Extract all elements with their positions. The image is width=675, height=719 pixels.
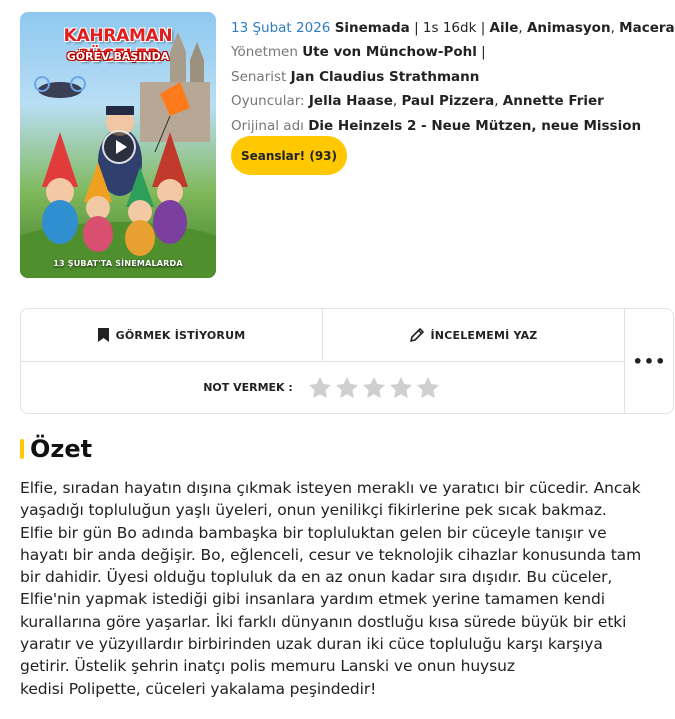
review-label: İNCELEMEMİ YAZ <box>430 328 538 342</box>
summary-line: kurallarına göre yaşarlar. İki farklı dü… <box>20 612 627 631</box>
genre-link[interactable]: Animasyon <box>527 20 611 36</box>
summary-heading: Özet <box>20 434 92 464</box>
director-link[interactable]: Ute von Münchow-Pohl <box>302 44 477 60</box>
summary-line: Elfie'nin yapmak istediği gibi insanlara… <box>20 590 605 609</box>
user-actions-panel: GÖRMEK İSTİYORUM İNCELEMEMİ YAZ ••• NOT … <box>20 308 674 414</box>
summary-line: kedisi Polipette, cüceleri yakalama peşi… <box>20 679 377 698</box>
release-date[interactable]: 13 Şubat 2026 <box>231 20 330 36</box>
watchlist-label: GÖRMEK İSTİYORUM <box>115 328 246 342</box>
writer-line: Senarist Jan Claudius Strathmann <box>231 65 661 89</box>
writer-label: Senarist <box>231 68 287 85</box>
rating-star-icon[interactable] <box>334 375 360 401</box>
watchlist-button[interactable]: GÖRMEK İSTİYORUM <box>21 309 322 361</box>
cast-link[interactable]: Annette Frier <box>503 93 604 109</box>
summary-line: hayatı bir anda değişir. Bo, eğlenceli, … <box>20 545 642 564</box>
cast-link[interactable]: Paul Pizzera <box>401 93 494 109</box>
more-options-button[interactable]: ••• <box>625 309 674 413</box>
rating-star-icon[interactable] <box>388 375 414 401</box>
original-title: Die Heinzels 2 - Neue Mützen, neue Missi… <box>308 117 642 134</box>
movie-meta: 13 Şubat 2026 Sinemada | 1s 16dk | Aile,… <box>231 16 675 138</box>
play-icon <box>116 140 127 154</box>
summary-line: getirir. Üstelik şehrin inatçı polis mem… <box>20 657 515 676</box>
bookmark-icon <box>97 328 109 342</box>
original-title-line: Orijinal adı Die Heinzels 2 - Neue Mütze… <box>231 114 661 138</box>
summary-line: yaşadığı topluluğun yaşlı üyeleri, onun … <box>20 501 607 520</box>
sessions-button[interactable]: Seanslar! (93) <box>231 136 347 175</box>
summary-line: Elfie bir gün Bo adında bambaşka bir top… <box>20 523 607 542</box>
summary-line: bir dahidir. Üyesi olduğu topluluk da en… <box>20 568 613 587</box>
writer-link[interactable]: Jan Claudius Strathmann <box>291 69 480 85</box>
poster-release-text: 13 ŞUBAT'TA SİNEMALARDA <box>53 259 183 268</box>
release-line: 13 Şubat 2026 Sinemada | 1s 16dk | Aile,… <box>231 20 675 36</box>
rating-label: NOT VERMEK : <box>203 381 293 394</box>
cast-line: Oyuncular: Jella Haase, Paul Pizzera, An… <box>231 93 604 110</box>
director-line: Yönetmen Ute von Münchow-Pohl | <box>231 44 486 61</box>
genre-link[interactable]: Macera <box>619 20 674 36</box>
genre-link[interactable]: Aile <box>490 20 519 36</box>
write-review-button[interactable]: İNCELEMEMİ YAZ <box>323 309 624 361</box>
rating-star-icon[interactable] <box>415 375 441 401</box>
cast-label: Oyuncular: <box>231 93 305 110</box>
heading-accent-bar <box>20 439 24 459</box>
summary-line: yaratır ve yüzyıllardır birbirinden uzak… <box>20 635 603 654</box>
duration: 1s 16dk <box>422 20 477 36</box>
summary-title: Özet <box>30 435 93 463</box>
poster-subtitle: GÖREV BAŞINDA <box>66 50 170 63</box>
rating-stars <box>307 375 442 401</box>
summary-line: Elfie, sıradan hayatın dışına çıkmak ist… <box>20 479 641 497</box>
rating-star-icon[interactable] <box>361 375 387 401</box>
original-title-label: Orijinal adı <box>231 117 304 134</box>
trailer-play-button[interactable] <box>102 130 136 164</box>
summary-text: Elfie, sıradan hayatın dışına çıkmak ist… <box>20 477 672 700</box>
movie-poster[interactable]: KAHRAMAN CÜCELER GÖREV BAŞINDA 13 ŞUBAT'… <box>20 12 216 278</box>
cast-link[interactable]: Jella Haase <box>309 93 393 109</box>
pencil-icon <box>409 328 424 342</box>
release-status: Sinemada <box>334 20 410 36</box>
director-label: Yönetmen <box>231 44 298 61</box>
rating-row: NOT VERMEK : <box>21 362 624 413</box>
rating-star-icon[interactable] <box>307 375 333 401</box>
